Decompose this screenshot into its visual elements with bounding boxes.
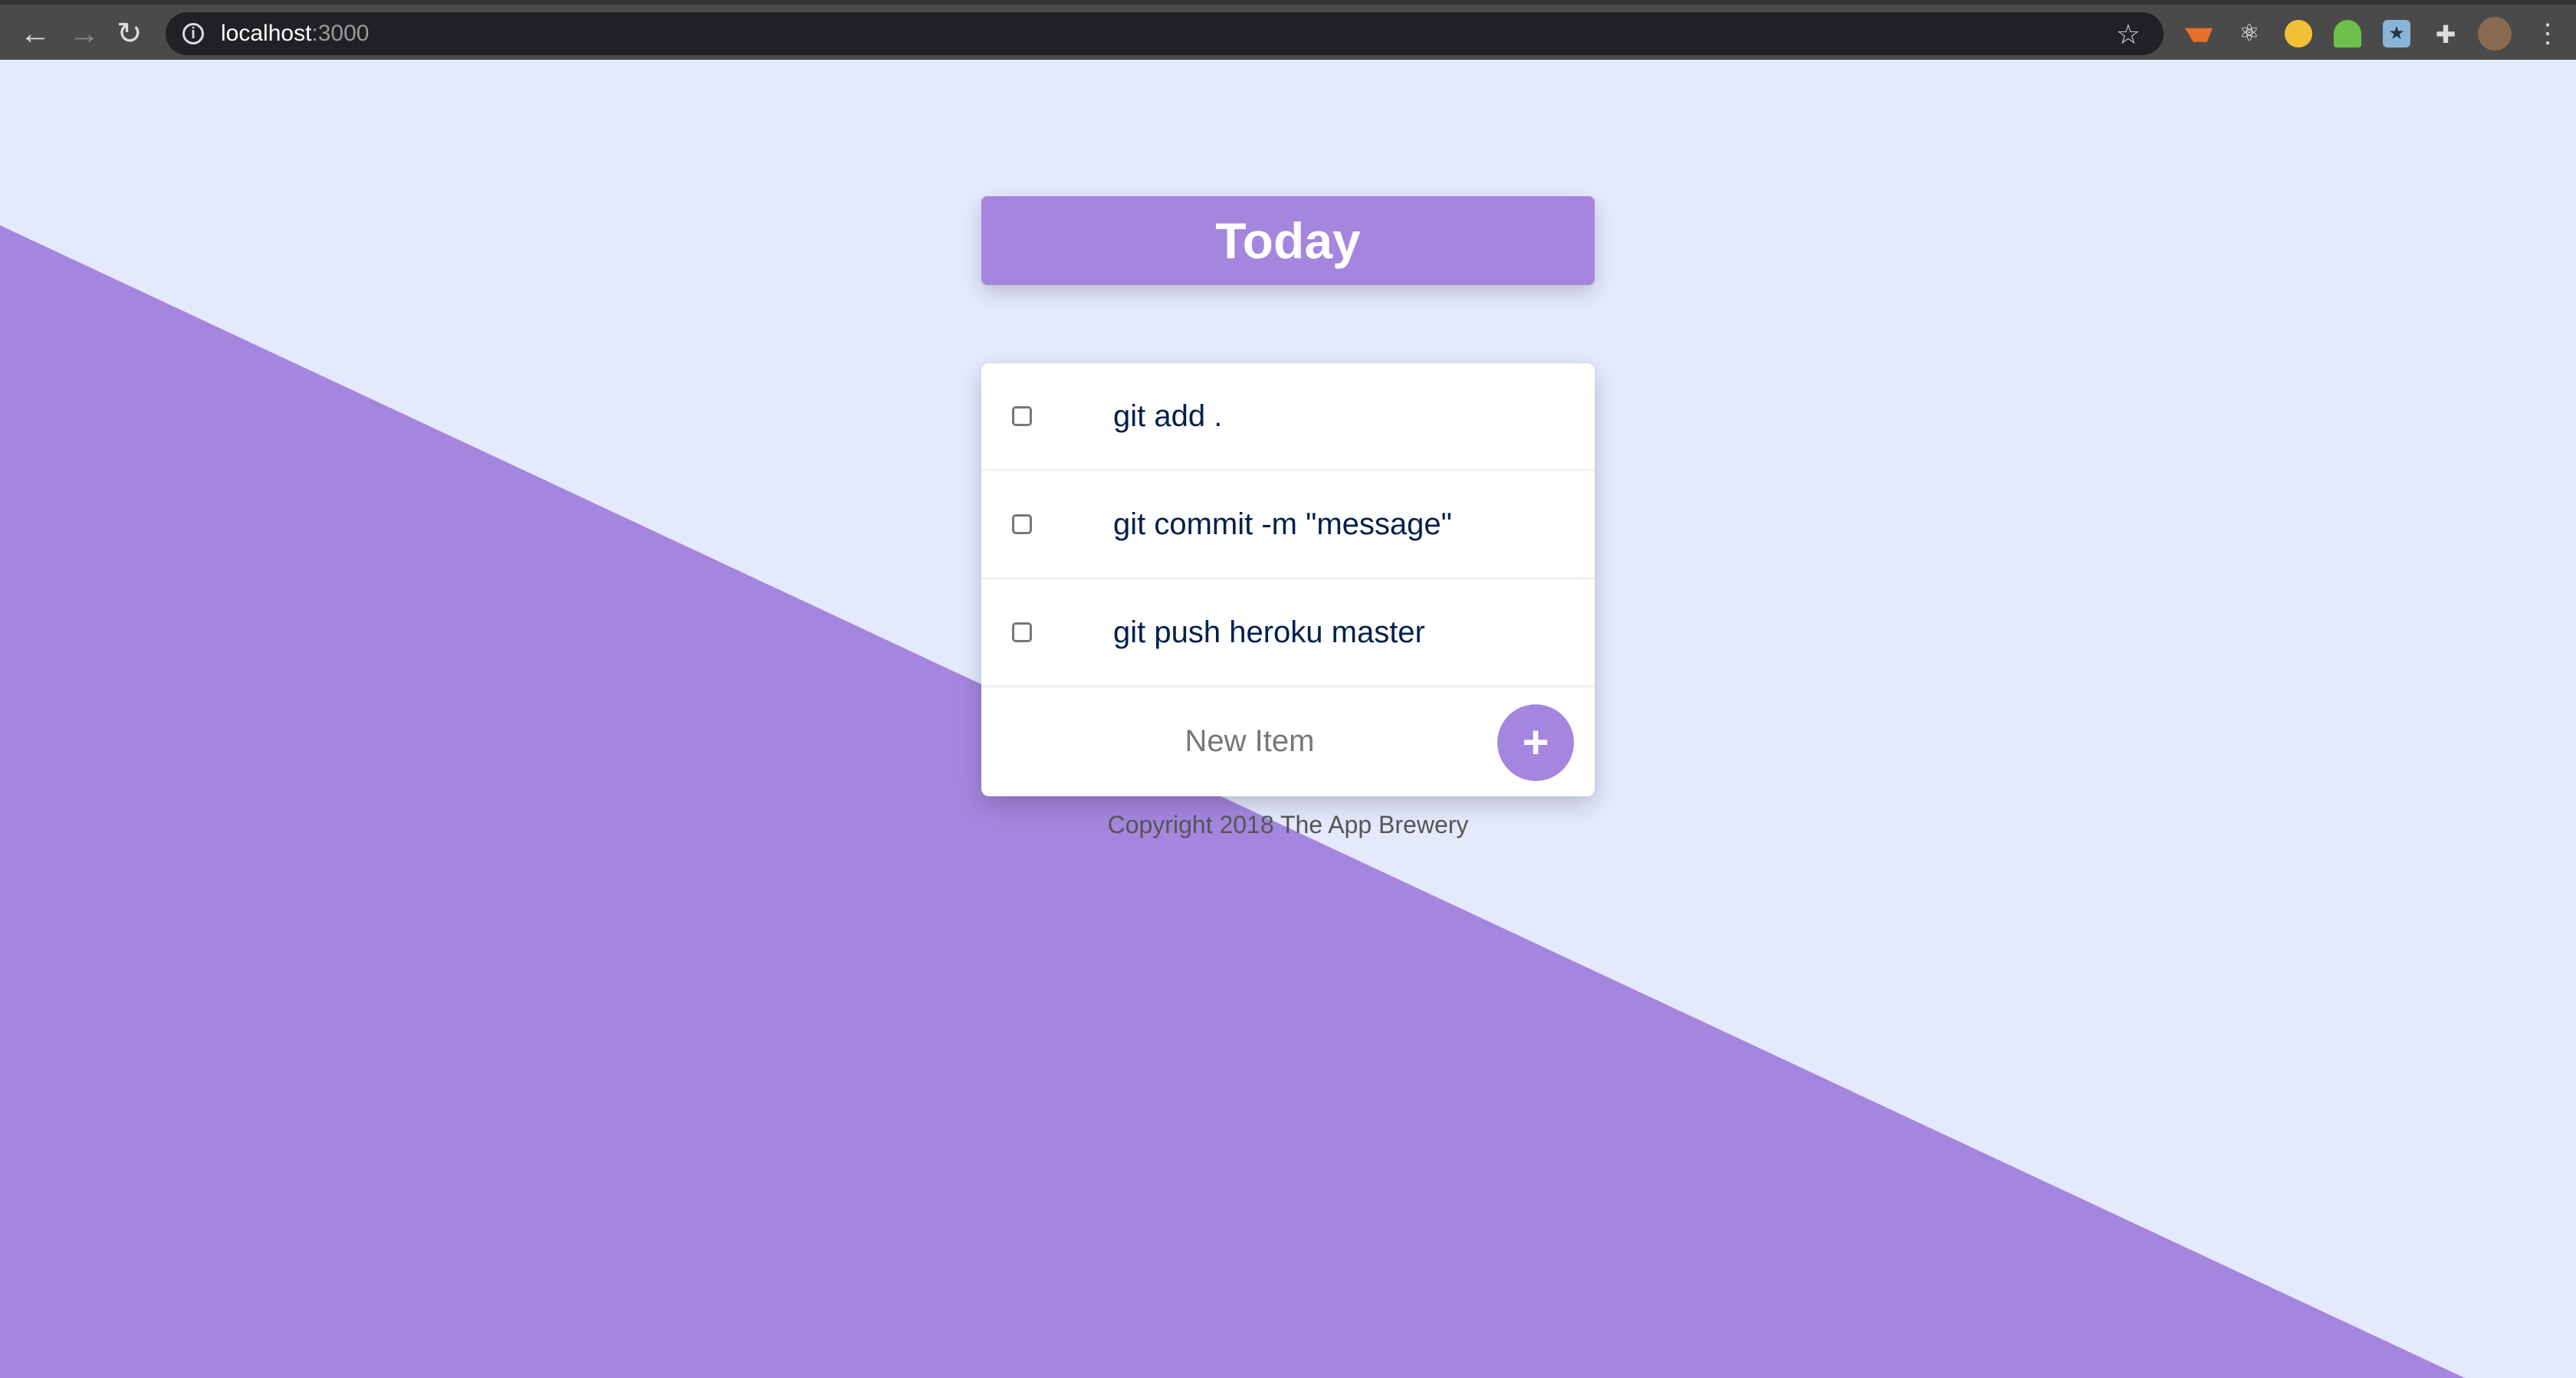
extensions-puzzle-icon[interactable]: ✚ bbox=[2432, 20, 2459, 48]
list-item: git add . bbox=[981, 363, 1595, 471]
page: Today git add . git commit -m "message" … bbox=[0, 60, 2576, 1378]
url-host: localhost bbox=[221, 21, 312, 46]
avatar[interactable] bbox=[2478, 17, 2512, 51]
list-item: git push heroku master bbox=[981, 579, 1595, 687]
react-devtools-icon[interactable]: ⚛ bbox=[2236, 20, 2263, 48]
page-title: Today bbox=[981, 196, 1595, 285]
browser-toolbar: ← → ↻ i localhost:3000 ☆ ⚛ ★ ✚ ⋮ bbox=[0, 0, 2576, 60]
item-label: git commit -m "message" bbox=[1113, 507, 1452, 541]
address-bar[interactable]: i localhost:3000 ☆ bbox=[166, 12, 2164, 55]
add-item-button[interactable]: + bbox=[1497, 704, 1574, 781]
star-extension-icon[interactable]: ★ bbox=[2383, 20, 2410, 48]
forward-icon[interactable]: → bbox=[69, 15, 100, 52]
item-checkbox[interactable] bbox=[1012, 622, 1032, 642]
item-checkbox[interactable] bbox=[1012, 406, 1032, 426]
footer-copyright: Copyright 2018 The App Brewery bbox=[1107, 811, 1469, 838]
reload-icon[interactable]: ↻ bbox=[117, 15, 143, 52]
bug-extension-icon[interactable] bbox=[2285, 20, 2312, 48]
new-item-form: + bbox=[981, 687, 1595, 795]
extension-icon[interactable] bbox=[2185, 28, 2213, 42]
item-checkbox[interactable] bbox=[1012, 514, 1032, 534]
menu-kebab-icon[interactable]: ⋮ bbox=[2535, 15, 2561, 52]
url-port: :3000 bbox=[311, 21, 370, 46]
list-item: git commit -m "message" bbox=[981, 471, 1595, 579]
todo-list: git add . git commit -m "message" git pu… bbox=[981, 363, 1595, 796]
item-label: git add . bbox=[1113, 399, 1223, 433]
info-icon[interactable]: i bbox=[182, 23, 204, 44]
new-item-input[interactable] bbox=[1012, 710, 1487, 772]
bookmark-star-icon[interactable]: ☆ bbox=[2116, 18, 2141, 51]
html-tree-icon[interactable] bbox=[2334, 20, 2361, 48]
back-icon[interactable]: ← bbox=[20, 15, 51, 52]
item-label: git push heroku master bbox=[1113, 615, 1425, 649]
